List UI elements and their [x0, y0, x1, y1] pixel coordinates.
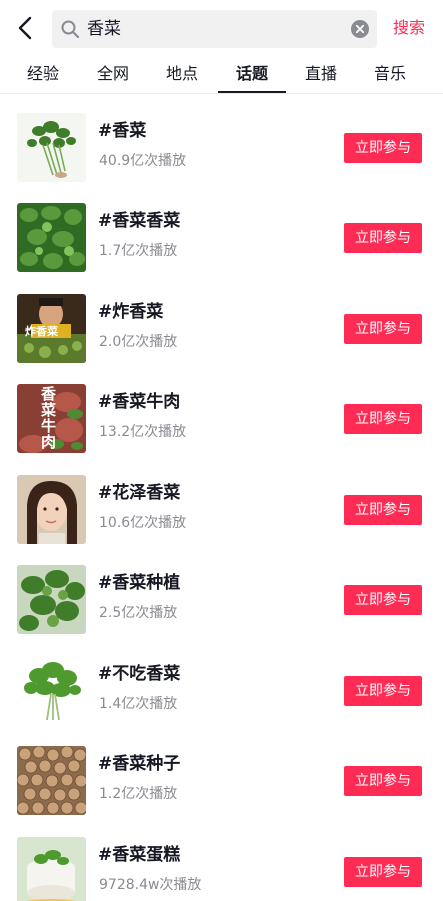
- tab-places[interactable]: 地点: [148, 61, 216, 91]
- join-topic-button[interactable]: 立即参与: [344, 314, 422, 344]
- thumbnail-caption: 炸香菜: [25, 325, 58, 338]
- join-topic-button[interactable]: 立即参与: [344, 585, 422, 615]
- topic-play-count: 1.2亿次播放: [99, 786, 178, 802]
- topic-row[interactable]: #香菜香菜 1.7亿次播放 立即参与: [0, 185, 443, 275]
- back-button[interactable]: [12, 14, 40, 42]
- join-topic-button[interactable]: 立即参与: [344, 676, 422, 706]
- topic-title[interactable]: #花泽香菜: [98, 482, 180, 504]
- clear-icon[interactable]: [351, 20, 369, 38]
- thumbnail-caption: 香菜牛肉: [41, 385, 57, 451]
- join-topic-button[interactable]: 立即参与: [344, 133, 422, 163]
- topic-row[interactable]: 炸香菜 #炸香菜 2.0亿次播放 立即参与: [0, 276, 443, 366]
- join-topic-button[interactable]: 立即参与: [344, 857, 422, 887]
- tab-experience[interactable]: 经验: [9, 61, 77, 91]
- search-icon: [61, 20, 80, 39]
- topic-row[interactable]: #花泽香菜 10.6亿次播放 立即参与: [0, 457, 443, 547]
- topic-title[interactable]: #香菜牛肉: [98, 391, 180, 413]
- topic-thumbnail: [17, 113, 86, 182]
- active-tab-indicator: [218, 91, 286, 93]
- topic-thumbnail: [17, 203, 86, 272]
- join-topic-button[interactable]: 立即参与: [344, 404, 422, 434]
- topic-thumbnail: [17, 475, 86, 544]
- topic-row[interactable]: 香菜牛肉 #香菜牛肉 13.2亿次播放 立即参与: [0, 366, 443, 456]
- topic-play-count: 2.5亿次播放: [99, 605, 178, 621]
- topic-title[interactable]: #香菜种子: [98, 753, 180, 775]
- topic-title[interactable]: #香菜蛋糕: [98, 844, 180, 866]
- topic-title[interactable]: #香菜: [98, 120, 146, 142]
- topic-row[interactable]: #香菜蛋糕 9728.4w次播放 立即参与: [0, 819, 443, 901]
- search-query[interactable]: 香菜: [87, 18, 121, 40]
- topic-play-count: 1.4亿次播放: [99, 696, 178, 712]
- join-topic-button[interactable]: 立即参与: [344, 495, 422, 525]
- topic-row[interactable]: #香菜种子 1.2亿次播放 立即参与: [0, 728, 443, 818]
- category-tabs: 经验 全网 地点 话题 直播 音乐: [0, 58, 443, 94]
- tab-topics[interactable]: 话题: [218, 61, 286, 91]
- topic-row[interactable]: #香菜种植 2.5亿次播放 立即参与: [0, 547, 443, 637]
- topic-play-count: 40.9亿次播放: [99, 153, 187, 169]
- topic-title[interactable]: #不吃香菜: [98, 663, 180, 685]
- topic-play-count: 13.2亿次播放: [99, 424, 187, 440]
- topic-title[interactable]: #炸香菜: [98, 301, 163, 323]
- topic-row[interactable]: #香菜 40.9亿次播放 立即参与: [0, 95, 443, 185]
- topic-play-count: 1.7亿次播放: [99, 243, 178, 259]
- topic-thumbnail: [17, 565, 86, 634]
- topic-thumbnail: [17, 837, 86, 901]
- topic-play-count: 9728.4w次播放: [99, 877, 202, 893]
- topic-thumbnail: [17, 746, 86, 815]
- search-button[interactable]: 搜索: [393, 17, 425, 39]
- topic-thumbnail: 香菜牛肉: [17, 384, 86, 453]
- search-header: 香菜 搜索: [0, 0, 443, 58]
- chevron-left-icon: [18, 16, 32, 40]
- topic-title[interactable]: #香菜香菜: [98, 210, 180, 232]
- join-topic-button[interactable]: 立即参与: [344, 766, 422, 796]
- tab-live[interactable]: 直播: [287, 61, 355, 91]
- join-topic-button[interactable]: 立即参与: [344, 223, 422, 253]
- topic-play-count: 10.6亿次播放: [99, 515, 187, 531]
- topic-row[interactable]: #不吃香菜 1.4亿次播放 立即参与: [0, 638, 443, 728]
- topic-play-count: 2.0亿次播放: [99, 334, 178, 350]
- tab-all-web[interactable]: 全网: [79, 61, 147, 91]
- topic-thumbnail: 炸香菜: [17, 294, 86, 363]
- topic-title[interactable]: #香菜种植: [98, 572, 180, 594]
- search-input[interactable]: 香菜: [52, 10, 377, 48]
- topic-thumbnail: [17, 656, 86, 725]
- tab-music[interactable]: 音乐: [356, 61, 424, 91]
